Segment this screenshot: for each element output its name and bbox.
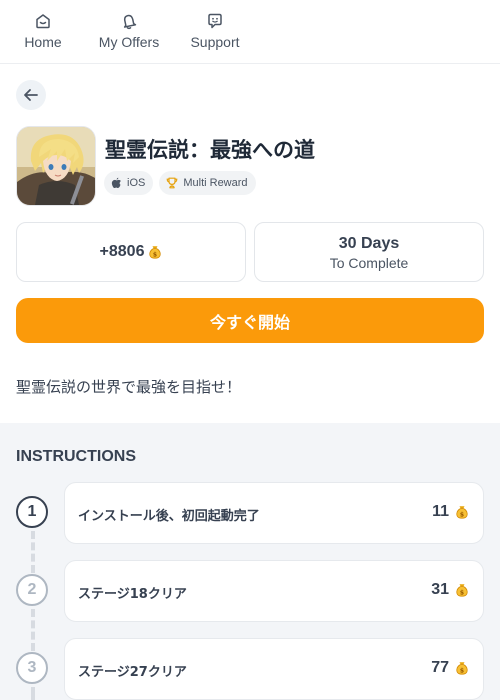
offer-tags: iOS Multi Reward [104,171,256,195]
step-text: インストール後、初回起動完了 [78,509,260,524]
chat-icon [208,13,222,29]
offer-description: 聖霊伝説の世界で最強を目指せ！ [16,378,242,396]
step-number: 3 [16,652,48,684]
step-card[interactable]: ステージ27クリア 77 [64,638,484,700]
coin-bag-icon [455,505,469,519]
bell-icon [123,14,137,30]
step-text: ステージ27クリア [78,665,187,680]
step-reward-value: 77 [431,659,449,676]
back-button[interactable] [16,80,46,110]
step-connector [31,609,35,651]
step-reward: 31 [431,581,469,599]
platform-tag: iOS [104,171,154,195]
completion-time-box: 30 Days To Complete [254,222,484,282]
step-reward-value: 11 [432,503,449,520]
step-reward: 11 [432,503,469,521]
step-reward: 77 [431,659,469,677]
nav-my-offers[interactable]: My Offers [97,12,161,51]
trophy-icon [166,177,178,189]
instructions-title: INSTRUCTIONS [16,448,136,465]
app-icon [16,126,96,206]
home-icon [36,14,50,29]
multi-reward-tag-label: Multi Reward [183,177,248,189]
step-connector [31,531,35,573]
platform-tag-label: iOS [127,177,146,189]
step-card[interactable]: ステージ18クリア 31 [64,560,484,622]
nav-home[interactable]: Home [24,12,62,51]
step-reward-value: 31 [431,581,449,598]
apple-icon [111,177,121,188]
completion-days-label: To Complete [329,255,409,271]
top-navigation: Home My Offers Support [0,0,500,64]
nav-support-label: Support [190,34,240,50]
step-connector [31,687,35,700]
start-now-button[interactable]: 今すぐ開始 [16,298,484,343]
instructions-section: INSTRUCTIONS 1 インストール後、初回起動完了 11 2 ステージ1… [0,423,500,700]
nav-support[interactable]: Support [189,12,241,51]
arrow-left-icon [24,89,38,101]
coin-bag-icon [148,245,162,259]
nav-home-label: Home [24,34,62,50]
nav-my-offers-label: My Offers [98,34,160,50]
coin-bag-icon [455,661,469,675]
offer-title: 聖霊伝説：最強への道 [105,138,315,162]
step-card[interactable]: インストール後、初回起動完了 11 [64,482,484,544]
completion-days: 30 Days [338,235,400,252]
step-number: 1 [16,496,48,528]
step-text: ステージ18クリア [78,587,187,602]
total-reward-box: +8806 [16,222,246,282]
total-reward-value: +8806 [99,243,145,260]
step-number: 2 [16,574,48,606]
coin-bag-icon [455,583,469,597]
multi-reward-tag: Multi Reward [159,171,256,195]
